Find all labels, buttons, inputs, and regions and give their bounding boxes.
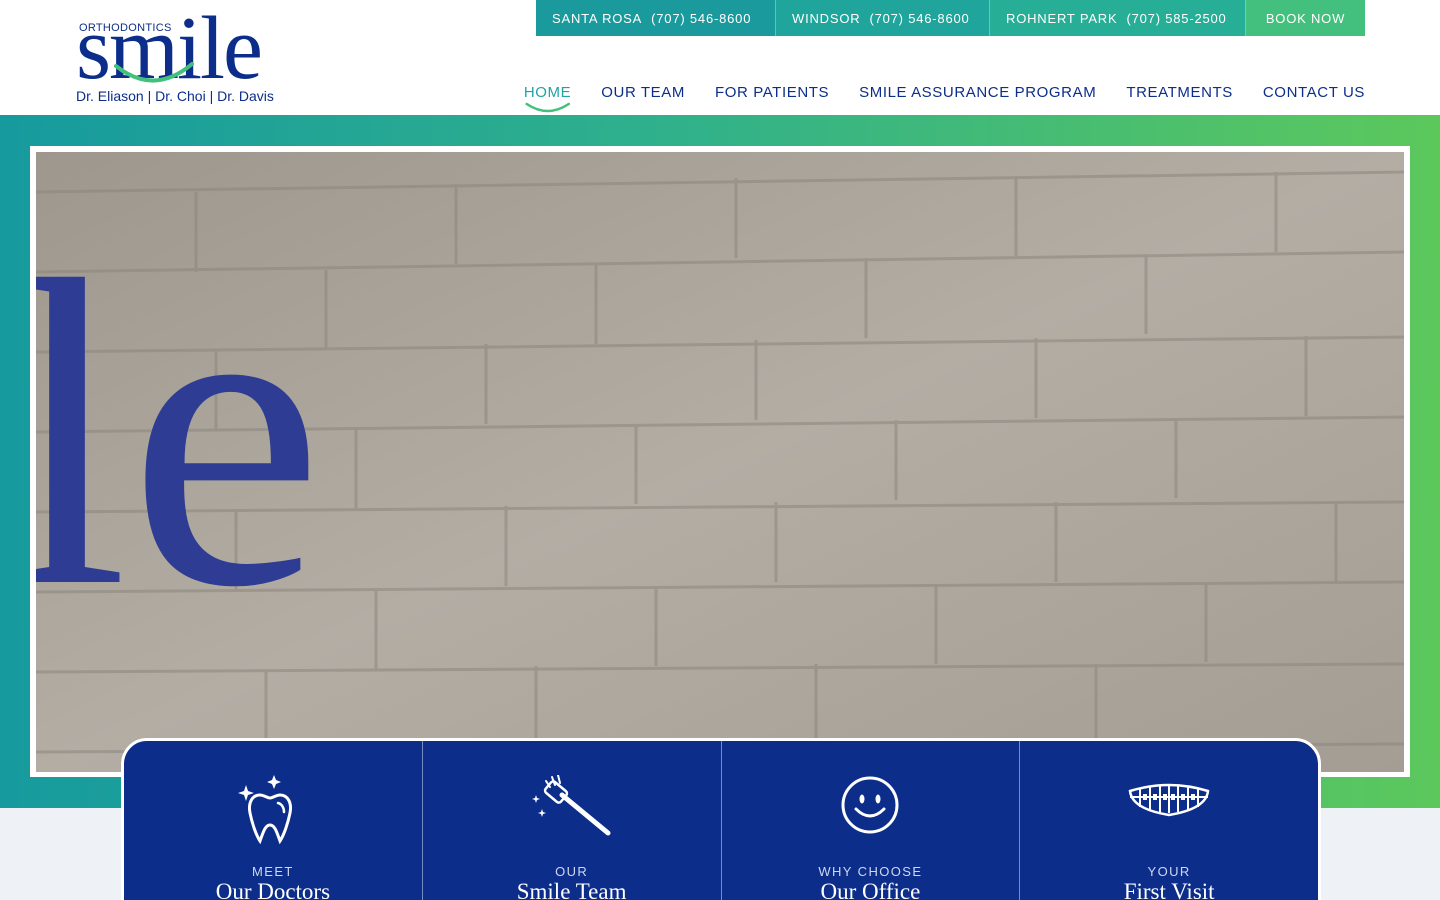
nav-label: SMILE ASSURANCE PROGRAM	[859, 84, 1097, 101]
card-why-choose-our-office[interactable]: WHY CHOOSE Our Office	[722, 741, 1021, 900]
nav-label: FOR PATIENTS	[714, 84, 830, 101]
site-header: smile ORTHODONTICS Dr. Eliason | Dr. Cho…	[0, 0, 1440, 115]
card-title: First Visit	[1123, 879, 1215, 900]
active-smile-underline-icon	[525, 102, 570, 113]
nav-label: CONTACT US	[1262, 84, 1365, 101]
site-logo[interactable]: smile ORTHODONTICS Dr. Eliason | Dr. Cho…	[76, 4, 306, 106]
location-phone[interactable]: (707) 546-8600	[651, 11, 751, 26]
toothbrush-icon	[531, 775, 611, 836]
card-kicker: WHY CHOOSE	[818, 864, 923, 879]
smiley-face-icon	[841, 776, 899, 834]
location-phone[interactable]: (707) 585-2500	[1126, 11, 1226, 26]
nav-label: OUR TEAM	[601, 84, 685, 101]
card-title: Smile Team	[516, 879, 627, 900]
location-name: SANTA ROSA	[552, 10, 643, 26]
logo-doctors: Dr. Eliason | Dr. Choi | Dr. Davis	[76, 88, 274, 104]
nav-label: HOME	[523, 84, 572, 101]
card-kicker: YOUR	[1147, 864, 1191, 879]
braces-icon	[1128, 783, 1210, 817]
card-our-smile-team[interactable]: OUR Smile Team	[423, 741, 722, 900]
location-santa-rosa[interactable]: SANTA ROSA (707) 546-8600	[536, 0, 776, 36]
book-now-button[interactable]: BOOK NOW	[1246, 0, 1365, 36]
logo-smile-arc-icon	[114, 62, 194, 83]
location-rohnert-park[interactable]: ROHNERT PARK (707) 585-2500	[990, 0, 1246, 36]
nav-smile-assurance-program[interactable]: SMILE ASSURANCE PROGRAM	[859, 84, 1096, 101]
nav-treatments[interactable]: TREATMENTS	[1126, 84, 1233, 101]
nav-for-patients[interactable]: FOR PATIENTS	[715, 84, 829, 101]
nav-our-team[interactable]: OUR TEAM	[601, 84, 685, 101]
sparkling-tooth-icon	[237, 775, 292, 845]
card-kicker: OUR	[555, 864, 589, 879]
nav-home[interactable]: HOME	[523, 84, 572, 113]
signage-letters: le	[36, 191, 324, 678]
card-kicker: MEET	[252, 864, 294, 879]
main-nav: HOME OUR TEAM FOR PATIENTS SMILE ASSURAN…	[523, 84, 1365, 113]
feature-cards: MEET Our Doctors OUR Smile Team WHY CHOO…	[121, 738, 1321, 900]
card-title: Our Office	[820, 879, 921, 900]
location-name: WINDSOR	[792, 10, 861, 26]
hero-photo: le	[36, 152, 1404, 772]
location-phone[interactable]: (707) 546-8600	[869, 11, 969, 26]
nav-label: TREATMENTS	[1126, 84, 1233, 101]
location-name: ROHNERT PARK	[1006, 10, 1118, 26]
brick-wall-signage-image: le	[36, 152, 1404, 772]
card-meet-our-doctors[interactable]: MEET Our Doctors	[124, 741, 423, 900]
card-your-first-visit[interactable]: YOUR First Visit	[1020, 741, 1318, 900]
location-bar: SANTA ROSA (707) 546-8600 WINDSOR (707) …	[536, 0, 1365, 36]
card-title: Our Doctors	[215, 879, 331, 900]
nav-contact-us[interactable]: CONTACT US	[1263, 84, 1365, 101]
logo-top-label: ORTHODONTICS	[79, 22, 172, 34]
location-windsor[interactable]: WINDSOR (707) 546-8600	[776, 0, 990, 36]
